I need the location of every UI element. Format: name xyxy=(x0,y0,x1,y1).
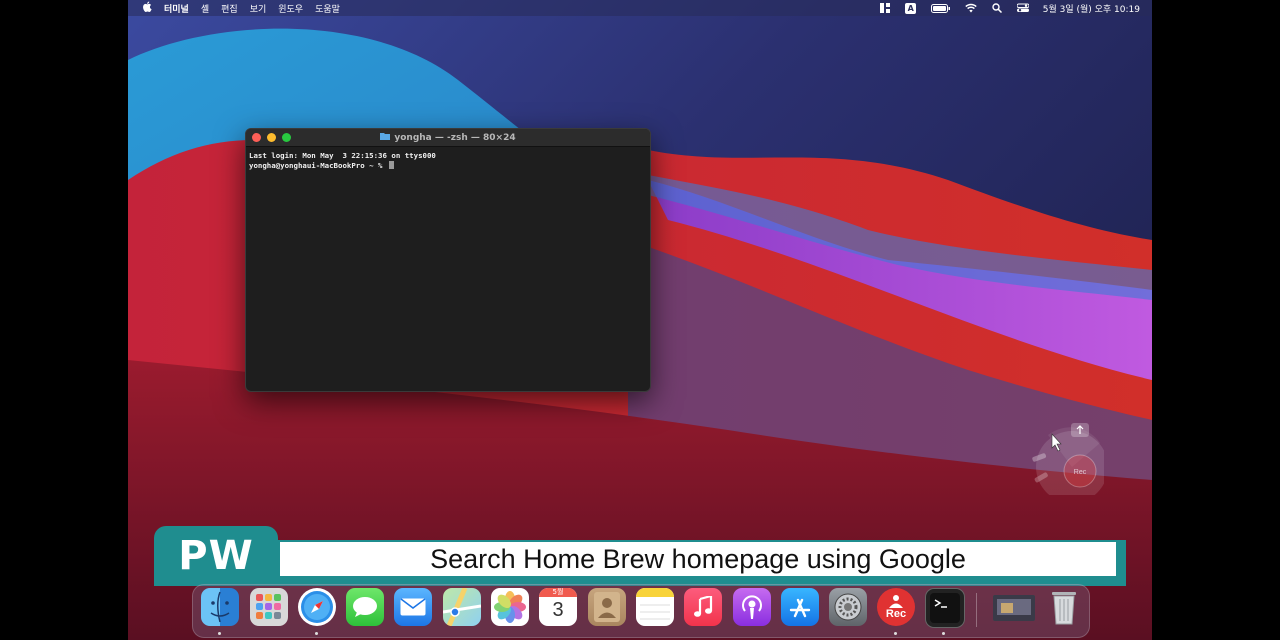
launchpad-icon[interactable] xyxy=(250,588,288,626)
pw-badge-text: PW xyxy=(178,533,254,579)
menu-window[interactable]: 윈도우 xyxy=(278,2,303,15)
terminal-title: yongha — -zsh — 80×24 xyxy=(246,132,650,143)
rec-icon[interactable]: Rec xyxy=(877,588,915,626)
podcasts-icon[interactable] xyxy=(733,588,771,626)
terminal-prompt: yongha@yonghaui-MacBookPro ~ % xyxy=(249,160,387,170)
spotlight-search-icon[interactable] xyxy=(991,3,1003,13)
app-store-icon[interactable] xyxy=(781,588,819,626)
terminal-icon[interactable] xyxy=(925,588,965,628)
photos-icon[interactable] xyxy=(491,588,529,626)
control-center-icon[interactable] xyxy=(1016,3,1029,13)
messages-icon[interactable] xyxy=(346,588,384,626)
finder-running-dot xyxy=(218,632,221,635)
caption-text: Search Home Brew homepage using Google xyxy=(430,543,966,574)
window-thumbnail-icon[interactable] xyxy=(993,595,1035,621)
rec-label: Rec xyxy=(885,608,907,620)
battery-icon[interactable] xyxy=(930,3,951,13)
menu-help[interactable]: 도움말 xyxy=(315,2,340,15)
calendar-day: 3 xyxy=(552,599,564,621)
terminal-title-text: yongha — -zsh — 80×24 xyxy=(394,132,516,143)
terminal-window[interactable]: yongha — -zsh — 80×24 Last login: Mon Ma… xyxy=(245,128,651,392)
menu-view[interactable]: 보기 xyxy=(250,2,267,15)
terminal-content[interactable]: Last login: Mon May 3 22:15:36 on ttys00… xyxy=(246,147,650,174)
terminal-running-dot xyxy=(942,632,945,635)
menu-shell[interactable]: 셸 xyxy=(201,2,209,15)
pw-badge: PW xyxy=(154,526,278,586)
rec-running-dot xyxy=(894,632,897,635)
system-preferences-icon[interactable] xyxy=(829,588,867,626)
safari-icon[interactable] xyxy=(298,588,336,626)
wifi-icon[interactable] xyxy=(965,3,977,13)
safari-running-dot xyxy=(315,632,318,635)
desktop: 터미널 셸 편집 보기 윈도우 도움말 A 5월 3일 (월) 오후 10:19… xyxy=(128,0,1152,640)
calendar-icon[interactable]: 5월 3 xyxy=(539,588,577,626)
menu-edit[interactable]: 편집 xyxy=(221,2,238,15)
input-source-icon[interactable]: A xyxy=(905,2,917,14)
mail-icon[interactable] xyxy=(394,588,432,626)
finder-icon[interactable] xyxy=(201,588,239,626)
control-center-grid-icon[interactable] xyxy=(879,3,891,13)
apple-icon[interactable] xyxy=(142,1,152,15)
menu-app-name[interactable]: 터미널 xyxy=(164,2,189,15)
menu-bar: 터미널 셸 편집 보기 윈도우 도움말 A 5월 3일 (월) 오후 10:19 xyxy=(128,0,1152,16)
calendar-month: 5월 xyxy=(539,588,577,597)
maps-icon[interactable] xyxy=(443,588,481,626)
dock-separator xyxy=(976,593,977,627)
terminal-titlebar[interactable]: yongha — -zsh — 80×24 xyxy=(246,129,650,147)
pie-rec-label: Rec xyxy=(1074,469,1087,476)
terminal-cursor xyxy=(388,160,394,169)
input-source-letter: A xyxy=(905,2,917,14)
terminal-prompt-line: yongha@yonghaui-MacBookPro ~ % xyxy=(249,160,647,171)
notes-header xyxy=(636,588,674,597)
menubar-datetime[interactable]: 5월 3일 (월) 오후 10:19 xyxy=(1043,2,1140,15)
folder-icon xyxy=(380,132,391,143)
trash-icon[interactable] xyxy=(1045,588,1083,626)
music-icon[interactable] xyxy=(684,588,722,626)
caption-box: Search Home Brew homepage using Google xyxy=(280,542,1116,576)
dock: 5월 3 Rec xyxy=(192,584,1090,638)
terminal-line-last-login: Last login: Mon May 3 22:15:36 on ttys00… xyxy=(249,151,436,160)
annotation-pie-menu[interactable]: Rec xyxy=(1024,415,1108,503)
contacts-icon[interactable] xyxy=(588,588,626,626)
notes-icon[interactable] xyxy=(636,588,674,626)
upload-icon[interactable] xyxy=(1071,423,1089,437)
